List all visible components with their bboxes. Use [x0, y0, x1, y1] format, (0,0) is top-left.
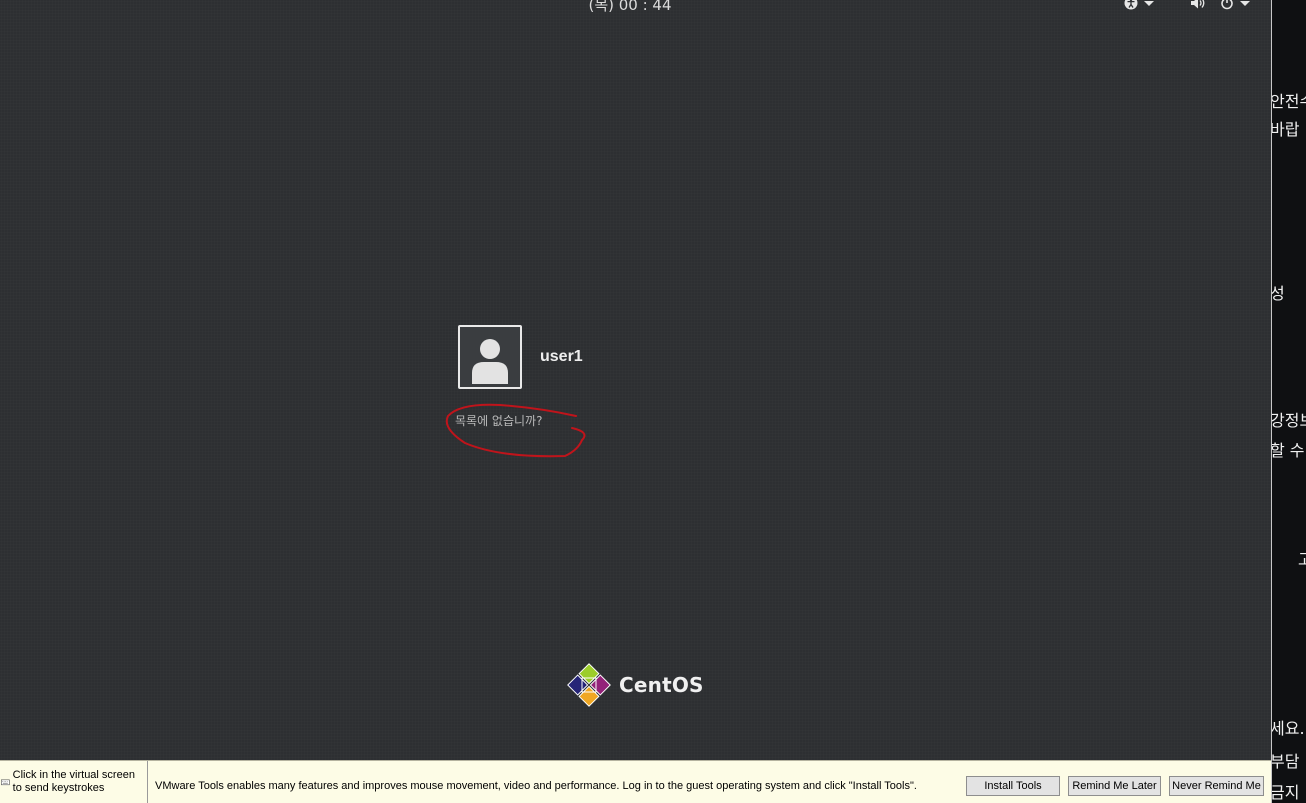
install-tools-button[interactable]: Install Tools	[966, 776, 1060, 796]
tools-message: VMware Tools enables many features and i…	[155, 780, 917, 792]
host-text-fragment: 부담	[1271, 752, 1300, 771]
host-text-fragment: 고	[1298, 546, 1306, 570]
vm-guest-screen[interactable]: (목) 00 : 44 user1 목록에 없습니까? CentOS	[0, 0, 1271, 760]
gnome-top-bar: (목) 00 : 44	[0, 0, 1271, 14]
centos-wordmark: CentOS	[619, 673, 704, 697]
username-label: user1	[540, 348, 583, 365]
red-annotation-circle	[445, 403, 586, 458]
clock[interactable]: (목) 00 : 44	[560, 0, 700, 15]
user-list-item[interactable]: user1	[458, 325, 583, 389]
keystroke-hint[interactable]: Click in the virtual screen to send keys…	[0, 761, 148, 803]
host-text-fragment: 성	[1271, 284, 1285, 303]
remind-later-button[interactable]: Remind Me Later	[1068, 776, 1161, 796]
vmware-tools-bar: Click in the virtual screen to send keys…	[0, 760, 1271, 803]
user-avatar-icon	[458, 325, 522, 389]
chevron-down-icon	[1144, 0, 1154, 6]
host-text-fragment: 금지	[1271, 783, 1300, 802]
centos-emblem-icon	[567, 663, 611, 707]
keystroke-hint-text: Click in the virtual screen to send keys…	[12, 769, 135, 794]
accessibility-menu[interactable]	[1124, 0, 1154, 10]
host-text-fragment: 할 수 있	[1271, 441, 1306, 460]
host-text-fragment: 안전수	[1271, 92, 1306, 111]
host-text-fragment: 바랍	[1271, 120, 1300, 139]
system-menu[interactable]	[1190, 0, 1250, 10]
keyboard-icon	[1, 779, 10, 786]
host-text-fragment: 세요.	[1271, 719, 1305, 738]
centos-logo: CentOS	[567, 663, 704, 707]
volume-icon	[1191, 0, 1205, 9]
host-text-fragment: 강정보	[1271, 411, 1306, 430]
accessibility-icon	[1124, 0, 1138, 10]
chevron-down-icon	[1240, 0, 1250, 6]
host-background-window: 안전수 바랍 성 강정보 할 수 있 고 세요. 부담 금지	[1271, 0, 1306, 803]
never-remind-button[interactable]: Never Remind Me	[1169, 776, 1264, 796]
power-icon	[1221, 0, 1233, 10]
